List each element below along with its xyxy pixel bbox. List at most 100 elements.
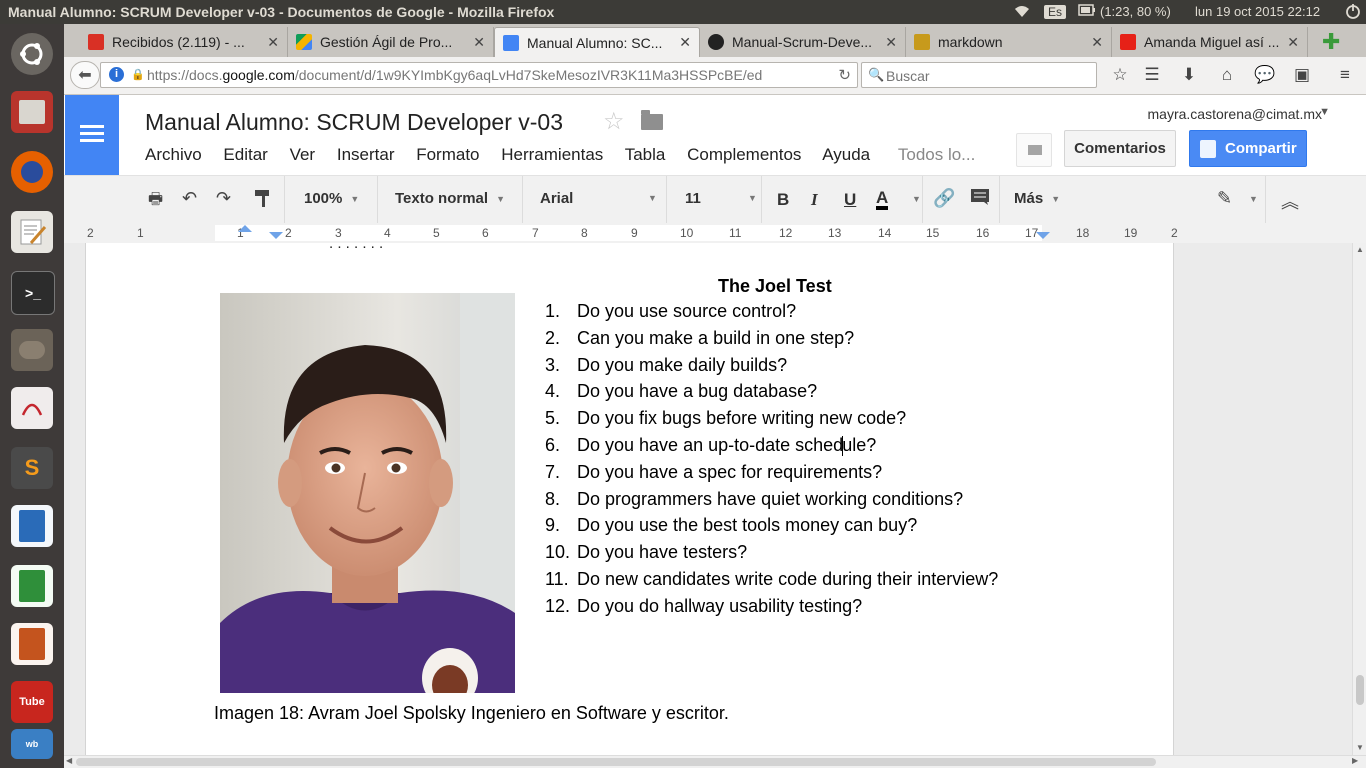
- close-tab-icon[interactable]: ✕: [885, 34, 897, 51]
- list-item-text[interactable]: Do new candidates write code during thei…: [577, 569, 998, 589]
- launcher-writer[interactable]: [6, 500, 58, 552]
- launcher-gimp[interactable]: [6, 324, 58, 376]
- menu-tabla[interactable]: Tabla: [625, 145, 666, 164]
- list-item[interactable]: 4. Do you have a bug database?: [545, 381, 998, 408]
- keyboard-layout-indicator[interactable]: Es: [1044, 4, 1067, 19]
- zoom-select[interactable]: 100% ▼: [304, 190, 359, 207]
- reading-list-icon[interactable]: ☰: [1141, 64, 1163, 86]
- collapse-chevron-icon[interactable]: ︽: [1281, 188, 1299, 214]
- scroll-down-arrow-icon[interactable]: ▼: [1356, 743, 1364, 752]
- list-item-text[interactable]: Can you make a build in one step?: [577, 328, 854, 348]
- font-select[interactable]: Arial ▼: [540, 190, 657, 207]
- list-item[interactable]: 5. Do you fix bugs before writing new cod…: [545, 408, 998, 435]
- launcher-terminal[interactable]: >_: [6, 266, 58, 318]
- right-indent-marker[interactable]: [1036, 232, 1050, 239]
- list-item-text[interactable]: Do you have testers?: [577, 542, 747, 562]
- document-title[interactable]: Manual Alumno: SCRUM Developer v-03: [145, 109, 563, 136]
- download-icon[interactable]: ⬇: [1178, 64, 1200, 86]
- list-item-text[interactable]: Do you have an up-to-date schedule?: [577, 435, 876, 457]
- close-tab-icon[interactable]: ✕: [1091, 34, 1103, 51]
- menu-insertar[interactable]: Insertar: [337, 145, 395, 164]
- back-button[interactable]: ⬅: [70, 61, 100, 89]
- close-tab-icon[interactable]: ✕: [473, 34, 485, 51]
- list-item[interactable]: 9. Do you use the best tools money can bu…: [545, 515, 998, 542]
- list-item[interactable]: 11. Do new candidates write code during t…: [545, 569, 998, 596]
- menu-ayuda[interactable]: Ayuda: [822, 145, 870, 164]
- insert-comment-icon[interactable]: [970, 188, 990, 211]
- more-button[interactable]: Más ▼: [1014, 190, 1060, 207]
- tab-docs-active[interactable]: Manual Alumno: SC... ✕: [494, 27, 700, 57]
- list-item-text[interactable]: Do you use the best tools money can buy?: [577, 515, 917, 535]
- list-item[interactable]: 8. Do programmers have quiet working cond…: [545, 489, 998, 516]
- ruler[interactable]: 2 1 1 2 3 4 5 6 7 8 9 10 11 12 13 14 15 16 17 18 19 2: [64, 223, 1366, 244]
- list-item-text[interactable]: Do you use source control?: [577, 301, 796, 321]
- list-item[interactable]: 3. Do you make daily builds?: [545, 355, 998, 382]
- tab-drive[interactable]: Gestión Ágil de Pro... ✕: [288, 27, 494, 57]
- list-item[interactable]: 12. Do you do hallway usability testing?: [545, 596, 998, 623]
- scroll-up-arrow-icon[interactable]: ▲: [1356, 245, 1364, 254]
- search-bar[interactable]: 🔍: [861, 62, 1097, 88]
- list-item-text[interactable]: Do you have a bug database?: [577, 381, 817, 401]
- list-item[interactable]: 2. Can you make a build in one step?: [545, 328, 998, 355]
- list-item[interactable]: 6. Do you have an up-to-date schedule?: [545, 435, 998, 462]
- avram-joel-spolsky-photo[interactable]: [220, 293, 515, 693]
- menu-editar[interactable]: Editar: [223, 145, 267, 164]
- close-tab-icon[interactable]: ✕: [267, 34, 279, 51]
- site-info-icon[interactable]: i: [109, 67, 124, 82]
- url-bar[interactable]: i 🔒 https://docs.google.com/document/d/1…: [100, 62, 858, 88]
- list-item-text[interactable]: Do programmers have quiet working condit…: [577, 489, 963, 509]
- link-icon[interactable]: 🔗: [933, 188, 955, 209]
- scroll-right-arrow-icon[interactable]: ▶: [1352, 756, 1358, 765]
- launcher-youtube-app[interactable]: Tube: [6, 676, 58, 728]
- comments-button[interactable]: Comentarios: [1064, 130, 1176, 167]
- list-item[interactable]: 10. Do you have testers?: [545, 542, 998, 569]
- launcher-sublime-text[interactable]: S: [6, 442, 58, 494]
- horizontal-scrollbar-thumb[interactable]: [76, 758, 1156, 766]
- new-tab-icon[interactable]: ✚: [1322, 29, 1340, 55]
- power-icon[interactable]: [1345, 2, 1361, 23]
- star-icon[interactable]: ☆: [603, 107, 625, 136]
- launcher-files[interactable]: [6, 86, 58, 138]
- undo-icon[interactable]: ↶: [182, 188, 197, 209]
- wifi-icon[interactable]: [1012, 3, 1032, 22]
- search-input[interactable]: [884, 65, 1093, 87]
- share-button[interactable]: Compartir: [1189, 130, 1307, 167]
- close-tab-icon[interactable]: ✕: [679, 34, 691, 51]
- horizontal-scrollbar[interactable]: ◀ ▶: [64, 755, 1366, 768]
- tab-github[interactable]: Manual-Scrum-Deve... ✕: [700, 27, 906, 57]
- document-page[interactable]: . . . . . . . The Joel Test 1. Do you us…: [85, 243, 1174, 755]
- menu-herramientas[interactable]: Herramientas: [501, 145, 603, 164]
- launcher-firefox[interactable]: [6, 146, 58, 198]
- list-item-text[interactable]: Do you fix bugs before writing new code?: [577, 408, 906, 428]
- left-indent-marker[interactable]: [269, 232, 283, 239]
- folder-icon[interactable]: [641, 110, 663, 130]
- caret-down-icon[interactable]: ▼: [904, 190, 921, 207]
- launcher-text-editor[interactable]: [6, 206, 58, 258]
- launcher-dash[interactable]: [6, 28, 58, 80]
- extension-icon[interactable]: ▣: [1291, 64, 1313, 86]
- image-caption[interactable]: Imagen 18: Avram Joel Spolsky Ingeniero …: [214, 703, 729, 724]
- launcher-impress[interactable]: [6, 618, 58, 670]
- launcher-calc[interactable]: [6, 560, 58, 612]
- chat-bubble-icon[interactable]: 💬: [1254, 64, 1276, 86]
- list-item-text[interactable]: Do you do hallway usability testing?: [577, 596, 862, 616]
- close-tab-icon[interactable]: ✕: [1287, 34, 1299, 51]
- tab-youtube[interactable]: Amanda Miguel así ... ✕: [1112, 27, 1308, 57]
- battery-icon[interactable]: [1078, 4, 1096, 19]
- editing-mode-pencil-icon[interactable]: ✎: [1217, 188, 1232, 209]
- font-size-select[interactable]: 11 ▼: [685, 190, 757, 207]
- italic-button[interactable]: I: [811, 190, 818, 210]
- list-item-text[interactable]: Do you make daily builds?: [577, 355, 787, 375]
- vertical-scrollbar[interactable]: ▲ ▼: [1352, 243, 1366, 755]
- list-item[interactable]: 1. Do you use source control?: [545, 301, 998, 328]
- menu-complementos[interactable]: Complementos: [687, 145, 801, 164]
- launcher-workbench[interactable]: wb: [6, 724, 58, 764]
- home-icon[interactable]: ⌂: [1216, 64, 1238, 86]
- bookmark-star-icon[interactable]: ☆: [1109, 64, 1131, 86]
- joel-test-list[interactable]: 1. Do you use source control? 2. Can you ma…: [545, 301, 998, 623]
- clock[interactable]: lun 19 oct 2015 22:12: [1195, 4, 1320, 19]
- tab-gmail[interactable]: Recibidos (2.119) - ... ✕: [80, 27, 288, 57]
- redo-icon[interactable]: ↷: [216, 188, 231, 209]
- text-color-button[interactable]: A: [876, 189, 889, 210]
- menu-formato[interactable]: Formato: [416, 145, 479, 164]
